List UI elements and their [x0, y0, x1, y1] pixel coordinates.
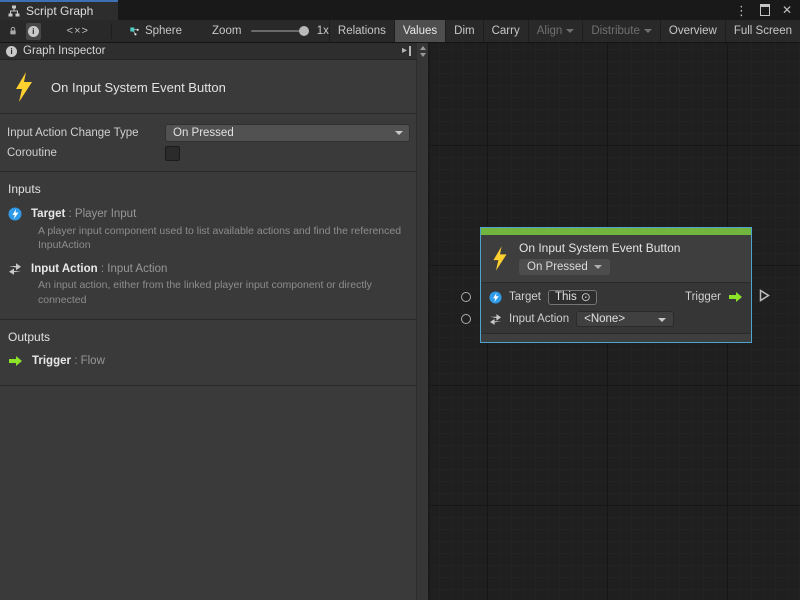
zoom-slider-knob[interactable] — [299, 26, 309, 36]
script-graph-icon — [8, 5, 20, 17]
inspector-scrollbar[interactable] — [416, 43, 428, 600]
port-type: Player Input — [75, 208, 136, 220]
info-icon: i — [6, 46, 17, 57]
change-type-dropdown[interactable]: On Pressed — [165, 124, 410, 142]
node-title: On Input System Event Button — [519, 241, 680, 255]
align-button: Align — [528, 20, 583, 42]
relations-button[interactable]: Relations — [329, 20, 394, 42]
trigger-output-port[interactable] — [759, 289, 770, 302]
inputs-heading: Inputs — [0, 172, 417, 205]
input-action-icon — [8, 262, 22, 275]
input-action-label: Input Action — [509, 313, 569, 325]
overview-button[interactable]: Overview — [660, 20, 725, 42]
chevron-down-icon — [594, 265, 602, 269]
chevron-down-icon — [644, 29, 652, 33]
zoom-label: Zoom — [212, 25, 241, 37]
zoom-value: 1x — [317, 25, 329, 37]
target-object-field[interactable]: This ⊙ — [548, 290, 597, 305]
graph-owner-label: Sphere — [145, 25, 182, 37]
port-item-trigger: Trigger : Flow — [0, 353, 417, 375]
node-footer — [481, 334, 751, 342]
zoom-slider[interactable] — [251, 24, 308, 38]
window-menu-icon[interactable]: ⋮ — [735, 4, 748, 17]
port-name: Input Action — [31, 263, 98, 275]
port-item-input-action: Input Action : Input Action An input act… — [0, 260, 417, 314]
input-action-dropdown[interactable]: <None> — [576, 311, 674, 327]
player-input-icon — [8, 207, 22, 221]
event-bolt-icon — [491, 245, 509, 272]
inspector-body: On Input System Event Button Input Actio… — [0, 61, 417, 600]
object-picker-icon[interactable]: ⊙ — [581, 291, 591, 303]
input-action-icon — [489, 313, 502, 325]
outputs-section: Outputs Trigger : Flow — [0, 320, 417, 386]
port-name: Target — [31, 208, 65, 220]
port-name: Trigger — [32, 355, 71, 367]
chevron-down-icon — [566, 29, 574, 33]
coroutine-field: Coroutine — [0, 143, 417, 163]
target-label: Target — [509, 291, 541, 303]
inputs-section: Inputs Target : Player Input A player in… — [0, 172, 417, 320]
target-input-port[interactable] — [461, 292, 471, 302]
port-type: Flow — [81, 355, 105, 367]
event-bolt-icon — [13, 71, 35, 103]
flow-arrow-icon — [8, 355, 23, 367]
toolbar-separator — [111, 23, 112, 39]
port-description: A player input component used to list av… — [38, 224, 409, 252]
full-screen-button[interactable]: Full Screen — [725, 20, 800, 42]
script-graph-window: Script Graph ⋮ ✕ i <×> Sphere Zoom — [0, 0, 800, 600]
close-icon[interactable]: ✕ — [782, 4, 792, 16]
inspector-title: Graph Inspector — [23, 45, 105, 57]
change-type-field: Input Action Change Type On Pressed — [0, 123, 417, 143]
tab-title: Script Graph — [26, 4, 93, 18]
unit-header: On Input System Event Button — [0, 61, 417, 114]
tab-script-graph[interactable]: Script Graph — [0, 0, 118, 20]
coroutine-checkbox[interactable] — [165, 146, 180, 161]
window-controls: ⋮ ✕ — [735, 0, 792, 20]
dock-panel-icon[interactable]: ▸ — [402, 46, 411, 56]
scroll-up-icon[interactable] — [420, 46, 426, 50]
graph-toolbar: i <×> Sphere Zoom 1x Relations Values Di… — [0, 20, 800, 43]
graph-node-icon — [130, 25, 139, 38]
unit-settings-section: Input Action Change Type On Pressed Coro… — [0, 114, 417, 172]
event-node[interactable]: On Input System Event Button On Pressed … — [480, 227, 752, 343]
inspector-header: i Graph Inspector ▸ — [0, 43, 417, 60]
port-type: Input Action — [107, 263, 167, 275]
unit-title: On Input System Event Button — [51, 80, 226, 95]
node-row-target: Target This ⊙ Trigger — [481, 286, 751, 308]
node-body: Target This ⊙ Trigger — [481, 282, 751, 334]
info-icon: i — [28, 26, 39, 37]
node-color-bar — [481, 228, 751, 235]
node-event-dropdown[interactable]: On Pressed — [519, 259, 610, 275]
change-type-label: Input Action Change Type — [7, 127, 165, 139]
outputs-heading: Outputs — [0, 320, 417, 353]
node-row-input-action: Input Action <None> — [481, 308, 751, 330]
graph-canvas[interactable]: On Input System Event Button On Pressed … — [430, 43, 800, 600]
values-button[interactable]: Values — [394, 20, 445, 42]
trigger-arrow-icon — [728, 291, 743, 303]
carry-button[interactable]: Carry — [483, 20, 528, 42]
distribute-button: Distribute — [582, 20, 660, 42]
coroutine-label: Coroutine — [7, 147, 165, 159]
port-item-target: Target : Player Input A player input com… — [0, 205, 417, 260]
chevron-down-icon — [658, 318, 666, 322]
dim-button[interactable]: Dim — [445, 20, 482, 42]
maximize-icon[interactable] — [760, 4, 770, 16]
trigger-label: Trigger — [685, 291, 721, 303]
input-action-input-port[interactable] — [461, 314, 471, 324]
tab-bar: Script Graph ⋮ ✕ — [0, 0, 800, 20]
scroll-down-icon[interactable] — [420, 53, 426, 57]
node-header[interactable]: On Input System Event Button On Pressed — [481, 235, 751, 282]
chevron-down-icon — [395, 131, 403, 135]
toolbar-button-group: Relations Values Dim Carry Align Distrib… — [329, 20, 800, 42]
code-preview-icon[interactable]: <×> — [67, 25, 89, 37]
inspector-toggle-button[interactable]: i — [26, 23, 41, 40]
lock-icon[interactable] — [9, 24, 17, 38]
graph-inspector-panel: i Graph Inspector ▸ On Input System Even… — [0, 43, 430, 600]
player-input-icon — [489, 291, 502, 304]
port-description: An input action, either from the linked … — [38, 278, 409, 306]
